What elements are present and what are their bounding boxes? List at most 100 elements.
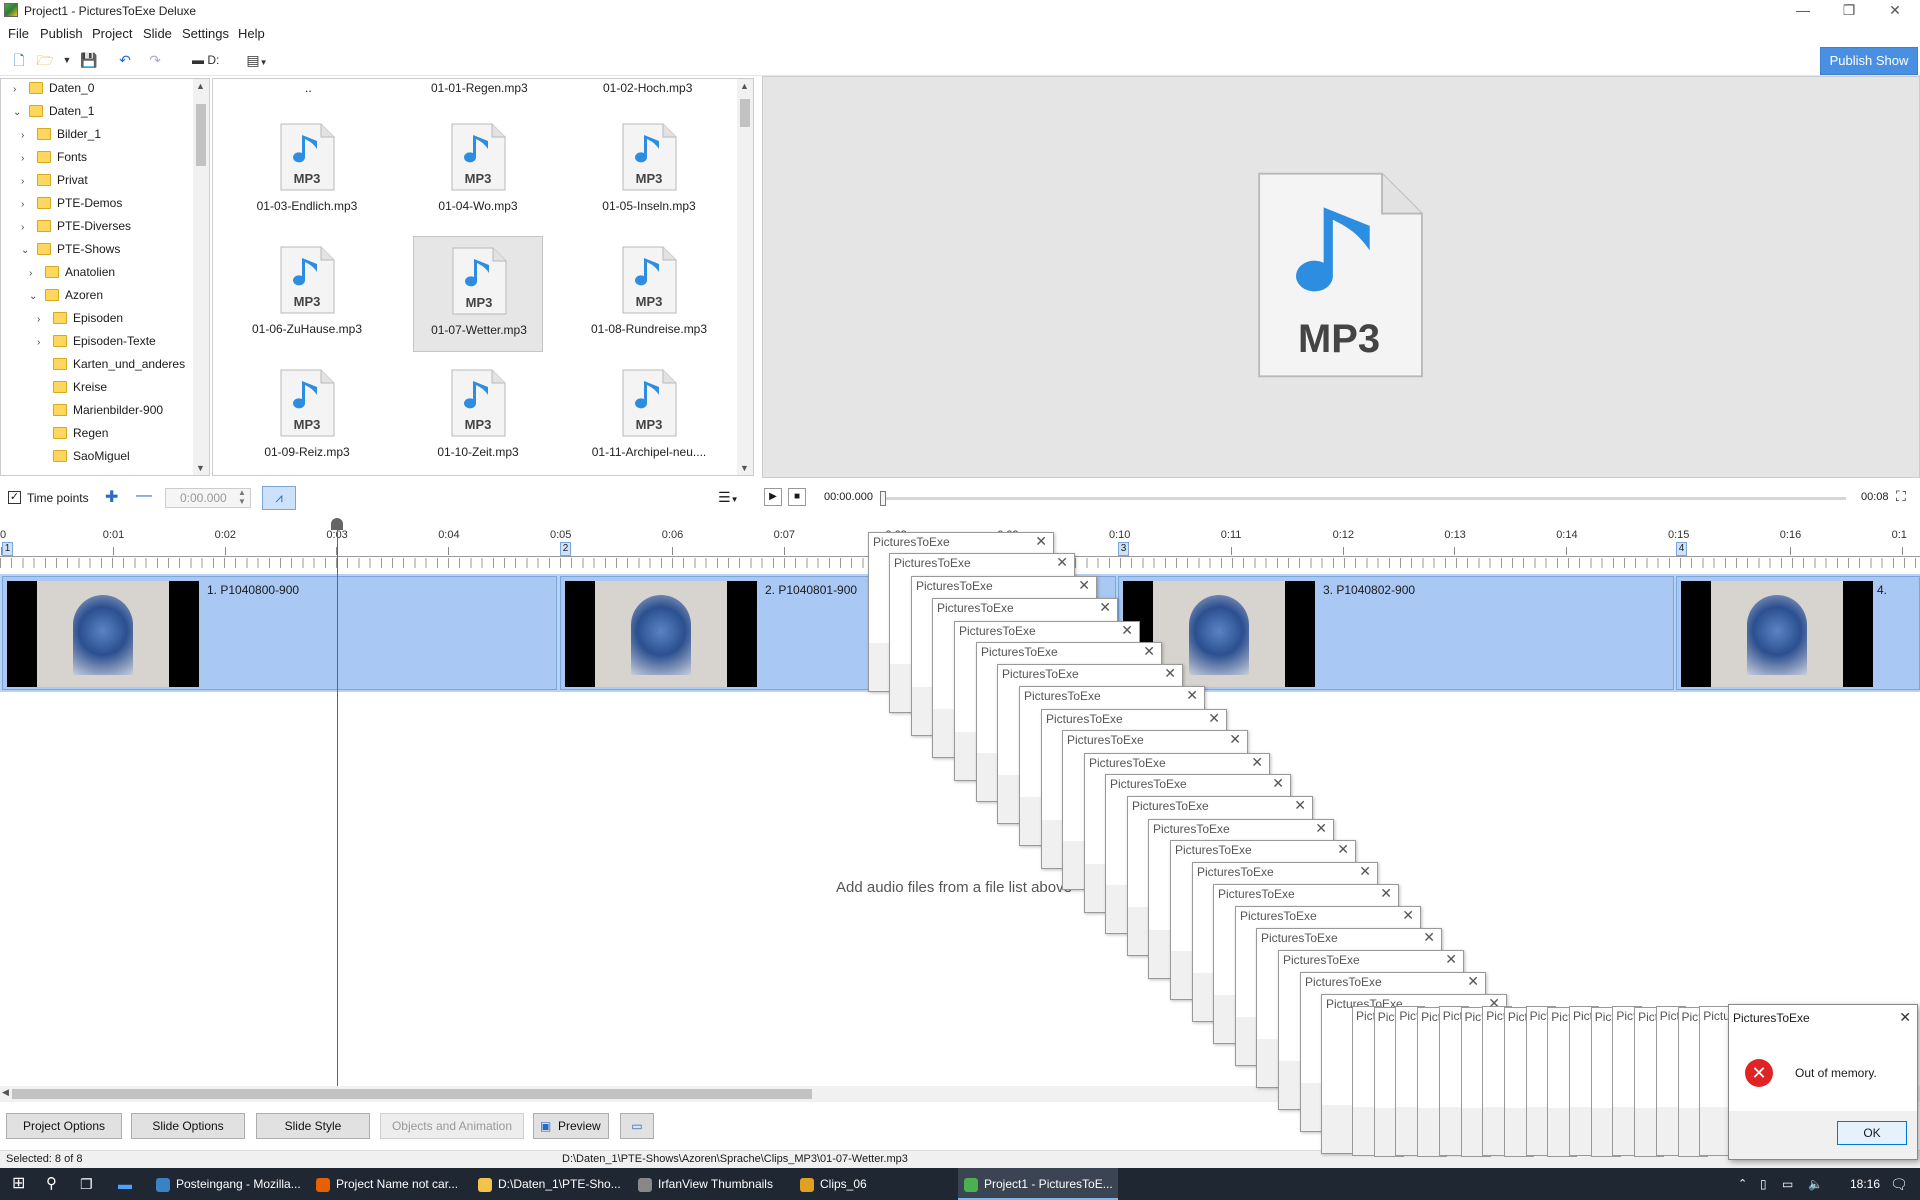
drive-selector[interactable]: ▬ D: (192, 51, 232, 69)
file-item[interactable]: 01-02-Hoch.mp3 (603, 81, 692, 95)
file-grid-scrollbar[interactable]: ▲ ▼ (737, 79, 753, 475)
tree-item[interactable]: › Episoden (37, 307, 123, 329)
tree-item[interactable]: › PTE-Demos (21, 192, 122, 214)
slide-number-marker[interactable]: 2 (560, 542, 571, 556)
close-icon[interactable]: ✕ (1294, 797, 1306, 814)
close-icon[interactable]: ✕ (1208, 710, 1220, 727)
close-icon[interactable]: ✕ (1380, 885, 1392, 902)
pinned-app-icon[interactable]: ▬ (118, 1168, 132, 1200)
file-item[interactable]: MP3 01-10-Zeit.mp3 (413, 359, 543, 475)
file-item[interactable]: MP3 01-06-ZuHause.mp3 (242, 236, 372, 352)
tree-item[interactable]: ⌄ Azoren (29, 284, 103, 306)
usb-icon[interactable]: ▯ (1760, 1168, 1767, 1200)
tree-scrollbar[interactable]: ▲ ▼ (193, 79, 209, 475)
menu-help[interactable]: Help (238, 26, 265, 41)
play-icon[interactable]: ▶ (764, 488, 782, 506)
file-grid-scroll-thumb[interactable] (740, 99, 750, 127)
chevron-right-icon[interactable]: › (13, 79, 25, 101)
file-item[interactable]: MP3 01-04-Wo.mp3 (413, 113, 543, 229)
chevron-right-icon[interactable]: › (21, 148, 33, 170)
close-icon[interactable]: ✕ (1056, 554, 1068, 571)
close-icon[interactable]: ✕ (1078, 577, 1090, 594)
close-icon[interactable]: ✕ (1899, 1009, 1911, 1026)
open-folder-icon[interactable]: 🗁 (36, 51, 54, 69)
file-item[interactable]: MP3 01-11-Archipel-neu.... (584, 359, 714, 475)
chevron-down-icon[interactable]: ⌄ (21, 240, 33, 262)
extra-window-icon[interactable]: ▭ (620, 1113, 654, 1139)
close-icon[interactable]: ✕ (1359, 863, 1371, 880)
file-item[interactable]: 01-01-Regen.mp3 (431, 81, 528, 95)
taskbar-item-mail[interactable]: Posteingang - Mozilla... (156, 1168, 301, 1200)
close-button[interactable]: ✕ (1872, 0, 1918, 22)
scroll-left-icon[interactable]: ◀ (2, 1087, 9, 1098)
time-points-checkbox[interactable]: ✓ (8, 491, 21, 504)
close-icon[interactable]: ✕ (1143, 643, 1155, 660)
taskbar-item-irfanview[interactable]: IrfanView Thumbnails (638, 1168, 773, 1200)
preview-button[interactable]: ▣ Preview (533, 1113, 609, 1139)
tree-item[interactable]: ⌄ Daten_1 (13, 100, 94, 122)
save-icon[interactable]: 💾 (80, 51, 98, 69)
menu-settings[interactable]: Settings (182, 26, 229, 41)
start-icon[interactable]: ⊞ (12, 1168, 25, 1200)
chevron-down-icon[interactable]: ⌄ (29, 286, 41, 308)
chevron-right-icon[interactable]: › (37, 332, 49, 354)
close-icon[interactable]: ✕ (1315, 820, 1327, 837)
new-project-icon[interactable]: 🗋 (10, 51, 28, 69)
slide-number-marker[interactable]: 4 (1676, 542, 1687, 556)
slide-number-marker[interactable]: 3 (1118, 542, 1129, 556)
taskbar-item-firefox[interactable]: Project Name not car... (316, 1168, 458, 1200)
close-icon[interactable]: ✕ (1467, 973, 1479, 990)
tree-item[interactable]: › PTE-Diverses (21, 215, 131, 237)
close-icon[interactable]: ✕ (1445, 951, 1457, 968)
file-item[interactable]: MP3 01-03-Endlich.mp3 (242, 113, 372, 229)
search-icon[interactable]: ⚲ (46, 1168, 57, 1200)
chevron-down-icon[interactable]: ⌄ (13, 102, 25, 124)
close-icon[interactable]: ✕ (1229, 731, 1241, 748)
objects-animation-button[interactable]: Objects and Animation (380, 1113, 524, 1139)
fullscreen-icon[interactable]: ⛶ (1896, 488, 1906, 505)
menu-publish[interactable]: Publish (40, 26, 83, 41)
task-view-icon[interactable]: ❐ (80, 1168, 93, 1200)
menu-file[interactable]: File (8, 26, 29, 41)
open-dropdown-icon[interactable]: ▼ (58, 51, 76, 69)
add-time-point-icon[interactable]: ✚ (105, 487, 118, 507)
tray-chevron-icon[interactable]: ⌃ (1738, 1168, 1747, 1200)
file-item[interactable]: MP3 01-07-Wetter.mp3 (413, 236, 543, 352)
redo-icon[interactable]: ↷ (146, 51, 164, 69)
slide-item-1[interactable]: 1. P1040800-900 (2, 576, 557, 690)
timeline-scroll-thumb[interactable] (12, 1089, 812, 1099)
publish-show-button[interactable]: Publish Show (1820, 47, 1918, 75)
close-icon[interactable]: ✕ (1402, 907, 1414, 924)
position-slider-handle[interactable] (880, 491, 886, 506)
clock[interactable]: 18:16 (1850, 1168, 1880, 1200)
tree-scroll-thumb[interactable] (196, 104, 206, 166)
close-icon[interactable]: ✕ (1186, 687, 1198, 704)
file-item[interactable]: MP3 01-08-Rundreise.mp3 (584, 236, 714, 352)
tree-item[interactable]: SaoMiguel (37, 445, 130, 467)
volume-icon[interactable]: 🔈 (1808, 1168, 1823, 1200)
slide-style-button[interactable]: Slide Style (256, 1113, 370, 1139)
close-icon[interactable]: ✕ (1164, 665, 1176, 682)
chevron-right-icon[interactable]: › (37, 309, 49, 331)
tree-item[interactable]: › Episoden-Texte (37, 330, 156, 352)
taskbar-item-clips[interactable]: Clips_06 (800, 1168, 867, 1200)
scroll-down-icon[interactable]: ▼ (740, 463, 749, 473)
curve-mode-icon[interactable]: ⩘ (262, 486, 296, 510)
close-icon[interactable]: ✕ (1423, 929, 1435, 946)
network-icon[interactable]: ▭ (1782, 1168, 1793, 1200)
tree-item[interactable]: › Privat (21, 169, 88, 191)
taskbar-item-pte[interactable]: Project1 - PicturesToE... (958, 1168, 1118, 1200)
project-options-button[interactable]: Project Options (6, 1113, 122, 1139)
close-icon[interactable]: ✕ (1035, 533, 1047, 550)
scroll-up-icon[interactable]: ▲ (196, 81, 205, 91)
tree-item[interactable]: › Daten_0 (13, 79, 94, 101)
scroll-up-icon[interactable]: ▲ (740, 81, 749, 91)
file-item[interactable]: MP3 01-05-Inseln.mp3 (584, 113, 714, 229)
chevron-right-icon[interactable]: › (29, 263, 41, 285)
close-icon[interactable]: ✕ (1272, 775, 1284, 792)
chevron-right-icon[interactable]: › (21, 171, 33, 193)
close-icon[interactable]: ✕ (1099, 599, 1111, 616)
slide-item-3[interactable]: 3. P1040802-900 (1118, 576, 1674, 690)
close-icon[interactable]: ✕ (1251, 754, 1263, 771)
close-icon[interactable]: ✕ (1121, 622, 1133, 639)
